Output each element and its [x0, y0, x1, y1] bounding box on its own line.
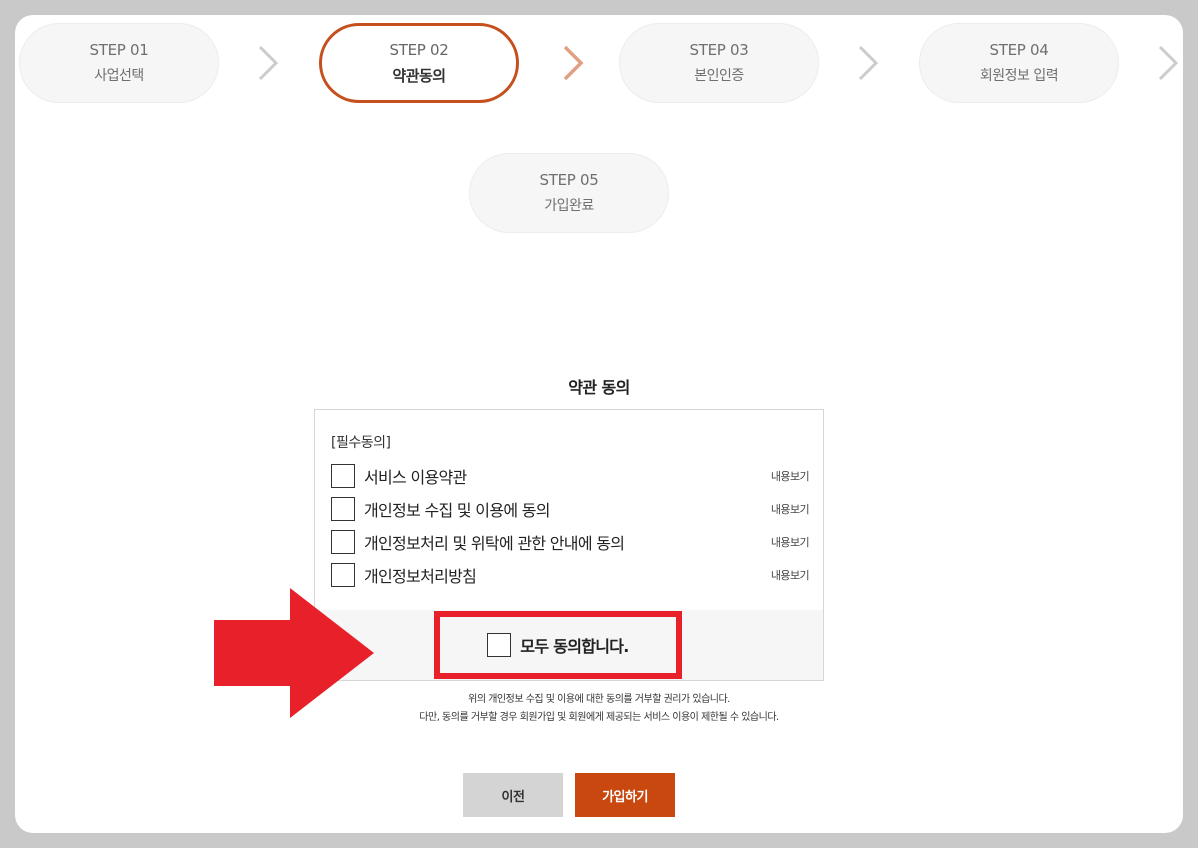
terms-box: [필수동의] 서비스 이용약관 내용보기 개인정보 수집 및 이용에 동의 내용…	[314, 409, 824, 681]
step-name: 회원정보 입력	[979, 68, 1059, 84]
step-2-current: STEP 02 약관동의	[319, 23, 519, 103]
term-checkbox[interactable]	[331, 497, 355, 521]
join-button[interactable]: 가입하기	[575, 773, 675, 817]
chevron-right-icon	[855, 44, 881, 82]
chevron-right-icon	[560, 44, 586, 82]
term-checkbox[interactable]	[331, 563, 355, 587]
notice-line-2: 다만, 동의를 거부할 경우 회원가입 및 회원에게 제공되는 서비스 이용이 …	[419, 712, 779, 723]
term-label[interactable]: 서비스 이용약관	[364, 464, 467, 488]
step-number: STEP 05	[539, 171, 599, 189]
step-name: 약관동의	[392, 66, 446, 85]
view-content-link[interactable]: 내용보기	[771, 468, 810, 484]
term-checkbox[interactable]	[331, 530, 355, 554]
agree-all-area: 모두 동의합니다.	[315, 610, 823, 680]
agree-all-highlight-box: 모두 동의합니다.	[434, 611, 682, 679]
terms-title: 약관 동의	[568, 378, 630, 397]
prev-button[interactable]: 이전	[463, 773, 563, 817]
step-name: 가입완료	[544, 198, 594, 214]
term-row-privacy-policy: 개인정보처리방침 내용보기	[331, 562, 810, 588]
term-checkbox[interactable]	[331, 464, 355, 488]
step-4: STEP 04 회원정보 입력	[919, 23, 1119, 103]
step-name: 사업선택	[94, 68, 144, 84]
view-content-link[interactable]: 내용보기	[771, 567, 810, 583]
step-1: STEP 01 사업선택	[19, 23, 219, 103]
step-name: 본인인증	[694, 68, 744, 84]
step-3: STEP 03 본인인증	[619, 23, 819, 103]
step-number: STEP 04	[989, 41, 1049, 59]
term-row-privacy-outsourcing: 개인정보처리 및 위탁에 관한 안내에 동의 내용보기	[331, 529, 810, 555]
term-label[interactable]: 개인정보처리 및 위탁에 관한 안내에 동의	[364, 530, 625, 554]
term-row-service: 서비스 이용약관 내용보기	[331, 463, 810, 489]
notice-line-1: 위의 개인정보 수집 및 이용에 대한 동의를 거부할 권리가 있습니다.	[468, 694, 730, 705]
view-content-link[interactable]: 내용보기	[771, 501, 810, 517]
step-number: STEP 03	[689, 41, 749, 59]
chevron-right-icon	[1155, 44, 1181, 82]
step-number: STEP 02	[389, 40, 449, 59]
step-5: STEP 05 가입완료	[469, 153, 669, 233]
step-number: STEP 01	[89, 41, 149, 59]
view-content-link[interactable]: 내용보기	[771, 534, 810, 550]
signup-card: STEP 01 사업선택 STEP 02 약관동의 STEP 03 본인인증 S…	[15, 15, 1183, 833]
term-label[interactable]: 개인정보처리방침	[364, 563, 477, 587]
agree-all-label[interactable]: 모두 동의합니다.	[520, 633, 629, 657]
term-label[interactable]: 개인정보 수집 및 이용에 동의	[364, 497, 550, 521]
required-label: [필수동의]	[331, 435, 391, 451]
chevron-right-icon	[255, 44, 281, 82]
agree-all-checkbox[interactable]	[487, 633, 512, 657]
term-row-privacy-collect: 개인정보 수집 및 이용에 동의 내용보기	[331, 496, 810, 522]
